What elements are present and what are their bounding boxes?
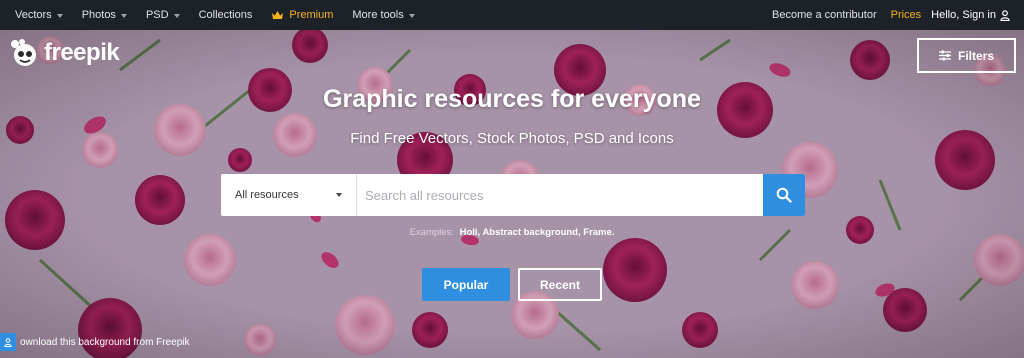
search-examples: Examples: Holi, Abstract background, Fra… <box>0 227 1024 238</box>
filters-icon <box>938 50 951 61</box>
nav-item-psd[interactable]: PSD <box>146 9 180 21</box>
chevron-down-icon <box>336 193 342 197</box>
search-button[interactable] <box>763 174 805 216</box>
nav-item-collections[interactable]: Collections <box>199 9 253 21</box>
popular-button[interactable]: Popular <box>422 268 510 301</box>
chevron-down-icon <box>120 13 127 18</box>
resource-type-value: All resources <box>235 189 299 201</box>
search-icon <box>776 187 792 203</box>
logo-text: freepik <box>44 39 120 66</box>
background-credit[interactable]: ownload this background from Freepik <box>0 332 190 352</box>
recent-button[interactable]: Recent <box>518 268 602 301</box>
prices-link[interactable]: Prices <box>891 9 922 21</box>
chevron-down-icon <box>173 13 180 18</box>
become-contributor-link[interactable]: Become a contributor <box>772 9 877 21</box>
hero-section: freepik Filters Graphic resources for ev… <box>0 30 1024 358</box>
freepik-logo[interactable]: freepik <box>9 38 120 68</box>
hero-headline: Graphic resources for everyone <box>323 85 701 113</box>
nav-item-premium[interactable]: Premium <box>271 9 333 21</box>
search-input[interactable] <box>357 174 763 216</box>
crown-icon <box>272 11 284 19</box>
top-nav: Vectors Photos PSD Collections Premium M… <box>0 0 1024 30</box>
nav-item-label: Premium <box>289 9 334 21</box>
nav-item-label: Collections <box>198 9 253 21</box>
nav-item-label: Vectors <box>15 9 52 21</box>
sign-in-link[interactable]: Hello, Sign in <box>931 9 1010 21</box>
nav-item-label: More tools <box>352 9 404 21</box>
background-credit-text: ownload this background from Freepik <box>20 336 190 348</box>
examples-values[interactable]: Holi, Abstract background, Frame. <box>460 227 615 238</box>
nav-item-label: Photos <box>81 9 116 21</box>
user-icon <box>1000 9 1010 21</box>
examples-label: Examples: <box>409 227 454 238</box>
nav-item-more-tools[interactable]: More tools <box>352 9 415 21</box>
resource-type-select[interactable]: All resources <box>221 174 357 216</box>
filters-label: Filters <box>957 48 994 63</box>
filters-button[interactable]: Filters <box>917 38 1016 73</box>
nav-item-photos[interactable]: Photos <box>82 9 127 21</box>
user-icon <box>0 333 16 351</box>
nav-menu: Vectors Photos PSD Collections Premium M… <box>0 0 434 30</box>
sign-in-label: Hello, Sign in <box>931 9 996 21</box>
chevron-down-icon <box>56 13 63 18</box>
nav-item-label: PSD <box>145 9 169 21</box>
nav-account: Become a contributor Prices Hello, Sign … <box>772 0 1010 30</box>
chevron-down-icon <box>408 13 415 18</box>
nav-item-vectors[interactable]: Vectors <box>15 9 63 21</box>
freepik-logo-icon <box>11 39 36 66</box>
search-bar: All resources <box>221 174 805 216</box>
hero-subline: Find Free Vectors, Stock Photos, PSD and… <box>350 130 674 147</box>
